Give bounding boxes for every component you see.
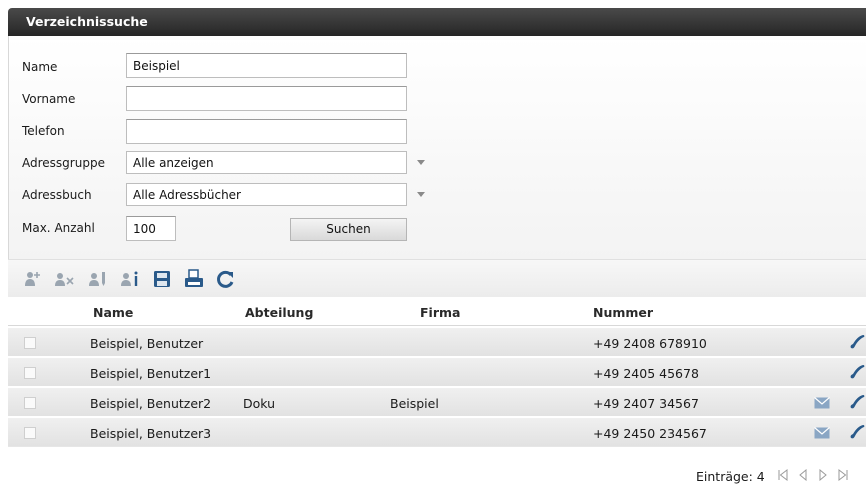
phone-icon[interactable] xyxy=(848,333,866,351)
print-icon[interactable] xyxy=(184,269,204,289)
column-header-firma[interactable]: Firma xyxy=(420,305,460,320)
add-contact-icon[interactable] xyxy=(22,269,42,289)
refresh-icon[interactable] xyxy=(216,269,236,289)
cell-name: Beispiel, Benutzer1 xyxy=(90,366,212,381)
last-page-icon[interactable] xyxy=(837,469,849,481)
vorname-input[interactable] xyxy=(126,86,407,111)
window-titlebar: Verzeichnissuche xyxy=(8,8,866,36)
phone-icon[interactable] xyxy=(848,393,866,411)
adressgruppe-label: Adressgruppe xyxy=(22,156,105,170)
telefon-label: Telefon xyxy=(22,124,65,138)
cell-abteilung: Doku xyxy=(243,396,276,411)
max-anzahl-label: Max. Anzahl xyxy=(22,221,95,235)
table-row[interactable]: Beispiel, Benutzer2 Doku Beispiel +49 24… xyxy=(8,388,866,417)
entries-count: Einträge: 4 xyxy=(696,469,765,484)
telefon-input[interactable] xyxy=(126,119,407,144)
name-label: Name xyxy=(22,60,58,74)
edit-contact-icon[interactable] xyxy=(88,269,108,289)
cell-nummer: +49 2405 45678 xyxy=(593,366,699,381)
cell-name: Beispiel, Benutzer xyxy=(90,336,204,351)
adressbuch-label: Adressbuch xyxy=(22,188,92,202)
cell-nummer: +49 2450 234567 xyxy=(593,426,707,441)
row-checkbox[interactable] xyxy=(24,337,36,349)
adressgruppe-select[interactable]: Alle anzeigen xyxy=(126,151,407,174)
column-header-name[interactable]: Name xyxy=(93,305,133,320)
cell-firma: Beispiel xyxy=(390,396,439,411)
row-checkbox[interactable] xyxy=(24,397,36,409)
row-checkbox[interactable] xyxy=(24,427,36,439)
phone-icon[interactable] xyxy=(848,423,866,441)
remove-contact-icon[interactable] xyxy=(54,269,74,289)
cell-nummer: +49 2407 34567 xyxy=(593,396,699,411)
max-anzahl-input[interactable] xyxy=(126,216,176,241)
cell-name: Beispiel, Benutzer2 xyxy=(90,396,212,411)
previous-page-icon[interactable] xyxy=(798,469,808,481)
window-title: Verzeichnissuche xyxy=(26,14,148,29)
table-row[interactable]: Beispiel, Benutzer3 +49 2450 234567 xyxy=(8,418,866,447)
first-page-icon[interactable] xyxy=(777,469,789,481)
adressbuch-select[interactable]: Alle Adressbücher xyxy=(126,183,407,206)
search-button[interactable]: Suchen xyxy=(290,218,407,241)
table-row[interactable]: Beispiel, Benutzer +49 2408 678910 xyxy=(8,328,866,357)
name-input[interactable] xyxy=(126,53,407,78)
column-header-abteilung[interactable]: Abteilung xyxy=(245,305,313,320)
cell-nummer: +49 2408 678910 xyxy=(593,336,707,351)
phone-icon[interactable] xyxy=(848,363,866,381)
table-footer: Einträge: 4 xyxy=(8,446,866,491)
chevron-down-icon[interactable] xyxy=(417,160,425,165)
row-checkbox[interactable] xyxy=(24,367,36,379)
cell-name: Beispiel, Benutzer3 xyxy=(90,426,212,441)
column-header-nummer[interactable]: Nummer xyxy=(593,305,653,320)
vorname-label: Vorname xyxy=(22,92,76,106)
next-page-icon[interactable] xyxy=(818,469,828,481)
table-row[interactable]: Beispiel, Benutzer1 +49 2405 45678 xyxy=(8,358,866,387)
toolbar xyxy=(8,259,866,297)
chevron-down-icon[interactable] xyxy=(417,192,425,197)
contact-info-icon[interactable] xyxy=(120,269,140,289)
save-icon[interactable] xyxy=(152,269,172,289)
mail-icon[interactable] xyxy=(814,397,830,409)
mail-icon[interactable] xyxy=(814,427,830,439)
table-header: Name Abteilung Firma Nummer xyxy=(8,297,866,326)
